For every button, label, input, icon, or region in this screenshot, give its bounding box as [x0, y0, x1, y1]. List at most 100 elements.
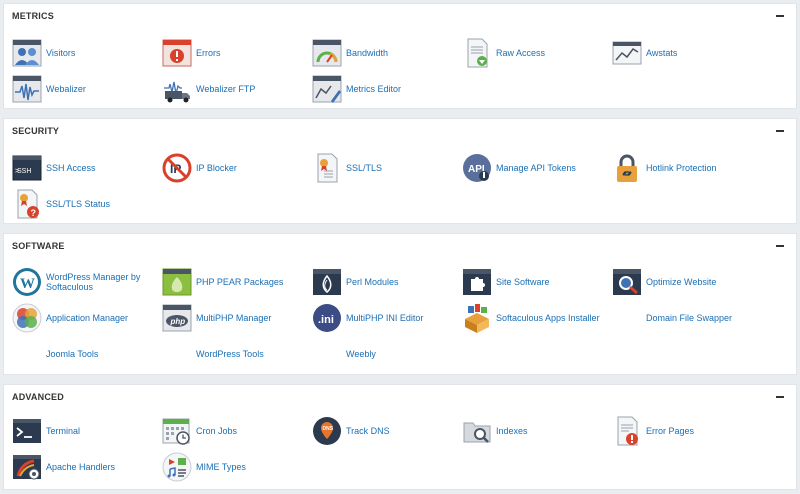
multiphp-ini-editor-icon: .ini [312, 303, 342, 333]
php-pear-packages-link[interactable]: PHP PEAR Packages [162, 267, 283, 297]
ssl-tls-status-link[interactable]: ? SSL/TLS Status [12, 189, 110, 219]
metrics-collapse-button[interactable] [776, 15, 784, 17]
indexes-label: Indexes [496, 426, 528, 436]
application-manager-link[interactable]: Application Manager [12, 303, 128, 333]
wordpress-icon: W [12, 267, 42, 297]
multiphp-manager-icon: php [162, 303, 192, 333]
indexes-link[interactable]: Indexes [462, 416, 528, 446]
mime-types-media-icon [162, 452, 192, 482]
optimize-website-link[interactable]: Optimize Website [612, 267, 716, 297]
bandwidth-link[interactable]: Bandwidth [312, 38, 388, 68]
raw-access-label: Raw Access [496, 48, 546, 58]
track-dns-label: Track DNS [346, 426, 390, 436]
software-section-title: SOFTWARE [12, 241, 65, 251]
errors-label: Errors [196, 48, 221, 58]
optimize-magnifier-icon [612, 267, 642, 297]
php-pear-icon [162, 267, 192, 297]
domain-file-swapper-link[interactable]: Domain File Swapper [612, 303, 732, 333]
advanced-section-title: ADVANCED [12, 392, 64, 402]
awstats-label: Awstats [646, 48, 678, 58]
ssh-icon-text: SSH [17, 168, 31, 175]
ssl-tls-label: SSL/TLS [346, 163, 383, 173]
hotlink-padlock-icon [612, 153, 642, 183]
multiphp-ini-editor-label: MultiPHP INI Editor [346, 313, 424, 323]
terminal-link[interactable]: Terminal [12, 416, 80, 446]
apache-handlers-label: Apache Handlers [46, 462, 116, 472]
ssh-access-label: SSH Access [46, 163, 96, 173]
application-manager-label: Application Manager [46, 313, 129, 323]
software-collapse-button[interactable] [776, 245, 784, 247]
ssh-access-link[interactable]: SSH > SSH Access [12, 153, 96, 183]
wordpress-manager-label: WordPress Manager by Softaculous [46, 272, 141, 292]
wordpress-tools-link[interactable]: WordPress Tools [162, 339, 264, 369]
ssl-certificate-icon [312, 153, 342, 183]
domain-file-swapper-label: Domain File Swapper [646, 313, 733, 323]
wordpress-tools-label: WordPress Tools [196, 349, 264, 359]
manage-api-tokens-link[interactable]: API Manage API Tokens [462, 153, 576, 183]
metrics-panel: METRICS Visitors Errors Bandwidth Raw Ac… [3, 3, 797, 109]
softaculous-apps-installer-link[interactable]: Softaculous Apps Installer [462, 303, 600, 333]
site-software-puzzle-icon [462, 267, 492, 297]
ssl-tls-link[interactable]: SSL/TLS [312, 153, 382, 183]
metrics-editor-pencil-chart-icon [312, 74, 342, 104]
bandwidth-gauge-icon [312, 38, 342, 68]
svg-text:>: > [15, 168, 19, 175]
error-pages-label: Error Pages [646, 426, 695, 436]
cron-jobs-link[interactable]: Cron Jobs [162, 416, 237, 446]
visitors-link[interactable]: Visitors [12, 38, 75, 68]
awstats-line-chart-icon [612, 38, 642, 68]
site-software-label: Site Software [496, 277, 550, 287]
svg-text:?: ? [31, 208, 37, 218]
perl-modules-label: Perl Modules [346, 277, 399, 287]
indexes-folder-search-icon [462, 416, 492, 446]
perl-modules-link[interactable]: Perl Modules [312, 267, 399, 297]
ip-blocker-link[interactable]: IP IP Blocker [162, 153, 237, 183]
track-dns-pin-icon: DNS [312, 416, 342, 446]
security-panel: SECURITY SSH > SSH Access IP IP Blocker S… [3, 118, 797, 224]
weebly-link[interactable]: Weebly [312, 339, 376, 369]
webalizer-ftp-truck-icon [162, 74, 192, 104]
svg-text:W: W [20, 276, 35, 292]
errors-link[interactable]: Errors [162, 38, 221, 68]
hotlink-protection-label: Hotlink Protection [646, 163, 717, 173]
advanced-panel: ADVANCED Terminal Cron Jobs DNS Track DN… [3, 384, 797, 490]
ssh-terminal-icon: SSH > [12, 153, 42, 183]
error-pages-icon [612, 416, 642, 446]
webalizer-ftp-label: Webalizer FTP [196, 84, 256, 94]
ini-icon-text: .ini [318, 314, 334, 326]
raw-access-link[interactable]: Raw Access [462, 38, 545, 68]
terminal-label: Terminal [46, 426, 81, 436]
perl-onion-icon [312, 267, 342, 297]
webalizer-label: Webalizer [46, 84, 86, 94]
ip-blocker-icon: IP [162, 153, 192, 183]
apache-handlers-icon [12, 452, 42, 482]
mime-types-link[interactable]: MIME Types [162, 452, 246, 482]
advanced-collapse-button[interactable] [776, 396, 784, 398]
metrics-editor-link[interactable]: Metrics Editor [312, 74, 401, 104]
bandwidth-label: Bandwidth [346, 48, 389, 58]
cron-jobs-calendar-clock-icon [162, 416, 192, 446]
webalizer-ftp-link[interactable]: Webalizer FTP [162, 74, 255, 104]
manage-api-tokens-label: Manage API Tokens [496, 163, 576, 173]
metrics-editor-label: Metrics Editor [346, 84, 402, 94]
error-pages-link[interactable]: Error Pages [612, 416, 694, 446]
multiphp-ini-editor-link[interactable]: .ini MultiPHP INI Editor [312, 303, 423, 333]
weebly-label: Weebly [346, 349, 376, 359]
hotlink-protection-link[interactable]: Hotlink Protection [612, 153, 717, 183]
metrics-section-title: METRICS [12, 11, 54, 21]
multiphp-manager-link[interactable]: php MultiPHP Manager [162, 303, 271, 333]
application-manager-icon [12, 303, 42, 333]
joomla-tools-link[interactable]: Joomla Tools [12, 339, 98, 369]
ssl-tls-status-label: SSL/TLS Status [46, 199, 111, 209]
apache-handlers-link[interactable]: Apache Handlers [12, 452, 115, 482]
ssl-status-icon: ? [12, 189, 42, 219]
webalizer-link[interactable]: Webalizer [12, 74, 86, 104]
track-dns-link[interactable]: DNS Track DNS [312, 416, 390, 446]
terminal-icon [12, 416, 42, 446]
visitors-icon [12, 38, 42, 68]
site-software-link[interactable]: Site Software [462, 267, 550, 297]
awstats-link[interactable]: Awstats [612, 38, 677, 68]
security-collapse-button[interactable] [776, 130, 784, 132]
wordpress-manager-link[interactable]: W WordPress Manager by Softaculous [12, 267, 146, 297]
php-icon-text: php [170, 317, 186, 326]
